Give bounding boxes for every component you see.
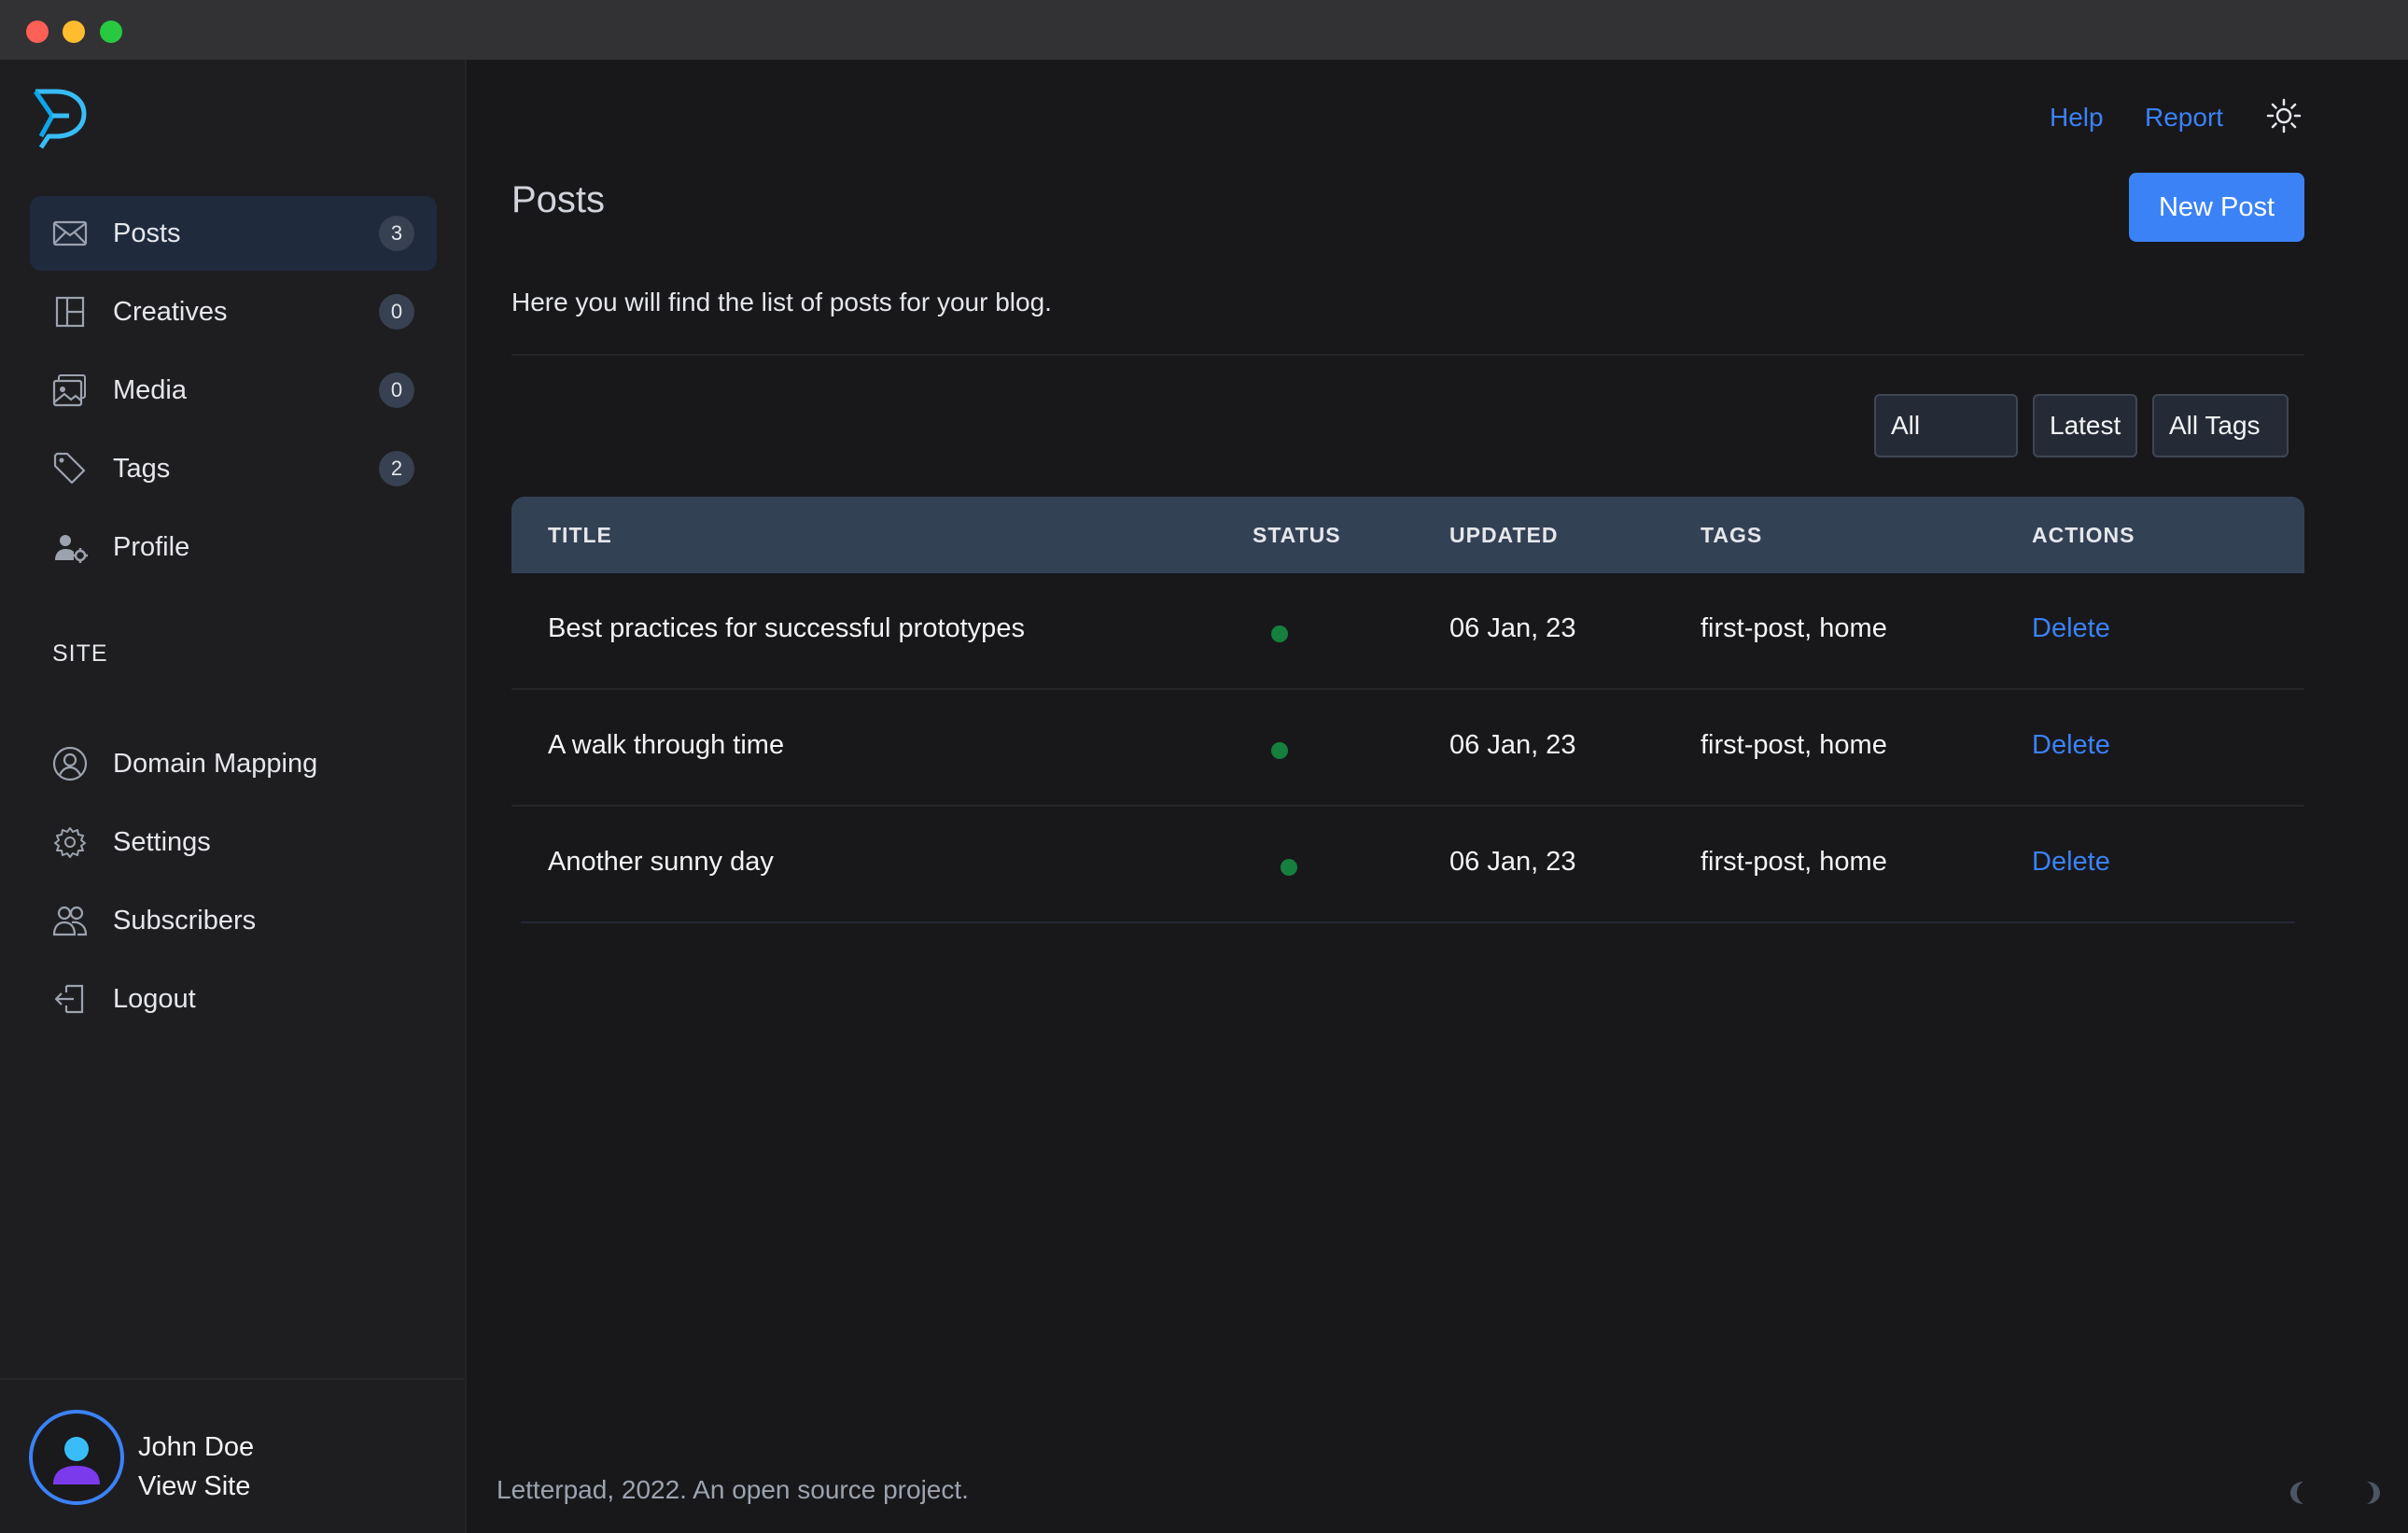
delete-post-link[interactable]: Delete bbox=[2032, 847, 2110, 878]
status-published-indicator bbox=[1281, 859, 1297, 876]
window-titlebar bbox=[0, 0, 2408, 60]
status-filter-select[interactable]: All bbox=[1874, 394, 2018, 457]
sidebar-item-creatives[interactable]: Creatives 0 bbox=[30, 274, 437, 349]
sidebar-item-tags[interactable]: Tags 2 bbox=[30, 431, 437, 506]
sidebar-item-posts[interactable]: Posts 3 bbox=[30, 196, 437, 271]
avatar[interactable] bbox=[29, 1410, 124, 1505]
sidebar-item-settings[interactable]: Settings bbox=[30, 805, 437, 879]
tags-filter-select[interactable]: All Tags bbox=[2152, 394, 2289, 457]
page-description: Here you will find the list of posts for… bbox=[511, 288, 1052, 316]
user-account-block: John Doe View Site bbox=[0, 1378, 465, 1533]
minimize-window-button[interactable] bbox=[63, 21, 85, 43]
maximize-window-button[interactable] bbox=[100, 21, 122, 43]
post-updated-date: 06 Jan, 23 bbox=[1449, 730, 1576, 760]
column-header-tags[interactable]: TAGS bbox=[1701, 523, 1762, 548]
sidebar-item-subscribers[interactable]: Subscribers bbox=[30, 883, 437, 958]
column-header-actions: ACTIONS bbox=[2032, 523, 2135, 547]
column-header-updated[interactable]: UPDATED bbox=[1449, 523, 1558, 548]
status-published-indicator bbox=[1271, 626, 1288, 642]
image-icon bbox=[50, 371, 90, 410]
count-badge: 0 bbox=[379, 294, 414, 330]
crescent-left-icon bbox=[2290, 1482, 2303, 1504]
footer-text: Letterpad, 2022. An open source project. bbox=[497, 1475, 969, 1504]
delete-post-link[interactable]: Delete bbox=[2032, 730, 2110, 761]
view-site-link[interactable]: View Site bbox=[138, 1471, 250, 1502]
sidebar-item-domain-mapping[interactable]: Domain Mapping bbox=[30, 726, 437, 801]
sidebar-item-label: Subscribers bbox=[113, 905, 257, 935]
post-tags: first-post, home bbox=[1701, 613, 1887, 643]
sidebar-item-label: Tags bbox=[113, 453, 171, 484]
post-tags: first-post, home bbox=[1701, 847, 1887, 877]
sidebar-item-label: Domain Mapping bbox=[113, 748, 318, 779]
user-circle-icon bbox=[50, 744, 90, 783]
post-title[interactable]: Another sunny day bbox=[548, 847, 774, 878]
envelope-icon bbox=[50, 214, 90, 253]
table-row[interactable]: A walk through time 06 Jan, 23 first-pos… bbox=[511, 690, 2304, 807]
table-header: TITLE STATUS UPDATED TAGS ACTIONS bbox=[511, 497, 2304, 573]
site-section-label: SITE bbox=[52, 640, 108, 667]
table-row[interactable]: Best practices for successful prototypes… bbox=[511, 573, 2304, 690]
sidebar-item-media[interactable]: Media 0 bbox=[30, 353, 437, 428]
sidebar-item-label: Settings bbox=[113, 826, 211, 857]
report-link[interactable]: Report bbox=[2145, 103, 2223, 133]
status-published-indicator bbox=[1271, 742, 1288, 759]
post-tags: first-post, home bbox=[1701, 730, 1887, 760]
posts-table: TITLE STATUS UPDATED TAGS ACTIONS Best p… bbox=[511, 497, 2304, 923]
post-updated-date: 06 Jan, 23 bbox=[1449, 613, 1576, 643]
crescent-right-icon bbox=[2367, 1482, 2380, 1504]
user-avatar-icon bbox=[53, 1437, 100, 1484]
post-updated-date: 06 Jan, 23 bbox=[1449, 847, 1576, 877]
column-header-status[interactable]: STATUS bbox=[1253, 523, 1341, 548]
post-title[interactable]: Best practices for successful prototypes bbox=[548, 613, 1025, 644]
help-link[interactable]: Help bbox=[2050, 103, 2104, 133]
count-badge: 2 bbox=[379, 451, 414, 486]
sun-icon[interactable] bbox=[2265, 97, 2303, 134]
logout-icon bbox=[50, 979, 90, 1019]
column-header-title[interactable]: TITLE bbox=[548, 523, 612, 548]
user-cog-icon bbox=[50, 527, 90, 567]
sidebar-item-label: Profile bbox=[113, 531, 190, 562]
new-post-button[interactable]: New Post bbox=[2129, 173, 2304, 242]
user-name: John Doe bbox=[138, 1432, 255, 1462]
sidebar-item-label: Posts bbox=[113, 218, 181, 248]
sidebar: Posts 3 Creatives 0 Media 0 Tags 2 Profi… bbox=[0, 60, 467, 1533]
count-badge: 3 bbox=[379, 216, 414, 251]
letterpad-logo-icon[interactable] bbox=[32, 88, 90, 151]
page-title: Posts bbox=[511, 179, 606, 220]
tag-icon bbox=[50, 449, 90, 488]
users-icon bbox=[50, 901, 90, 940]
delete-post-link[interactable]: Delete bbox=[2032, 613, 2110, 644]
sort-select[interactable]: Latest bbox=[2033, 394, 2137, 457]
gear-icon bbox=[50, 823, 90, 862]
sidebar-item-label: Media bbox=[113, 374, 187, 405]
layout-icon bbox=[50, 292, 90, 331]
sidebar-item-profile[interactable]: Profile bbox=[30, 510, 437, 584]
close-window-button[interactable] bbox=[26, 21, 49, 43]
post-title[interactable]: A walk through time bbox=[548, 730, 784, 761]
table-row[interactable]: Another sunny day 06 Jan, 23 first-post,… bbox=[521, 807, 2295, 923]
sidebar-item-label: Logout bbox=[113, 983, 196, 1014]
sidebar-item-logout[interactable]: Logout bbox=[30, 962, 437, 1036]
main-content: Help Report Posts New Post Here you will… bbox=[467, 60, 2408, 1533]
sidebar-item-label: Creatives bbox=[113, 296, 228, 327]
divider bbox=[511, 354, 2304, 356]
count-badge: 0 bbox=[379, 373, 414, 408]
